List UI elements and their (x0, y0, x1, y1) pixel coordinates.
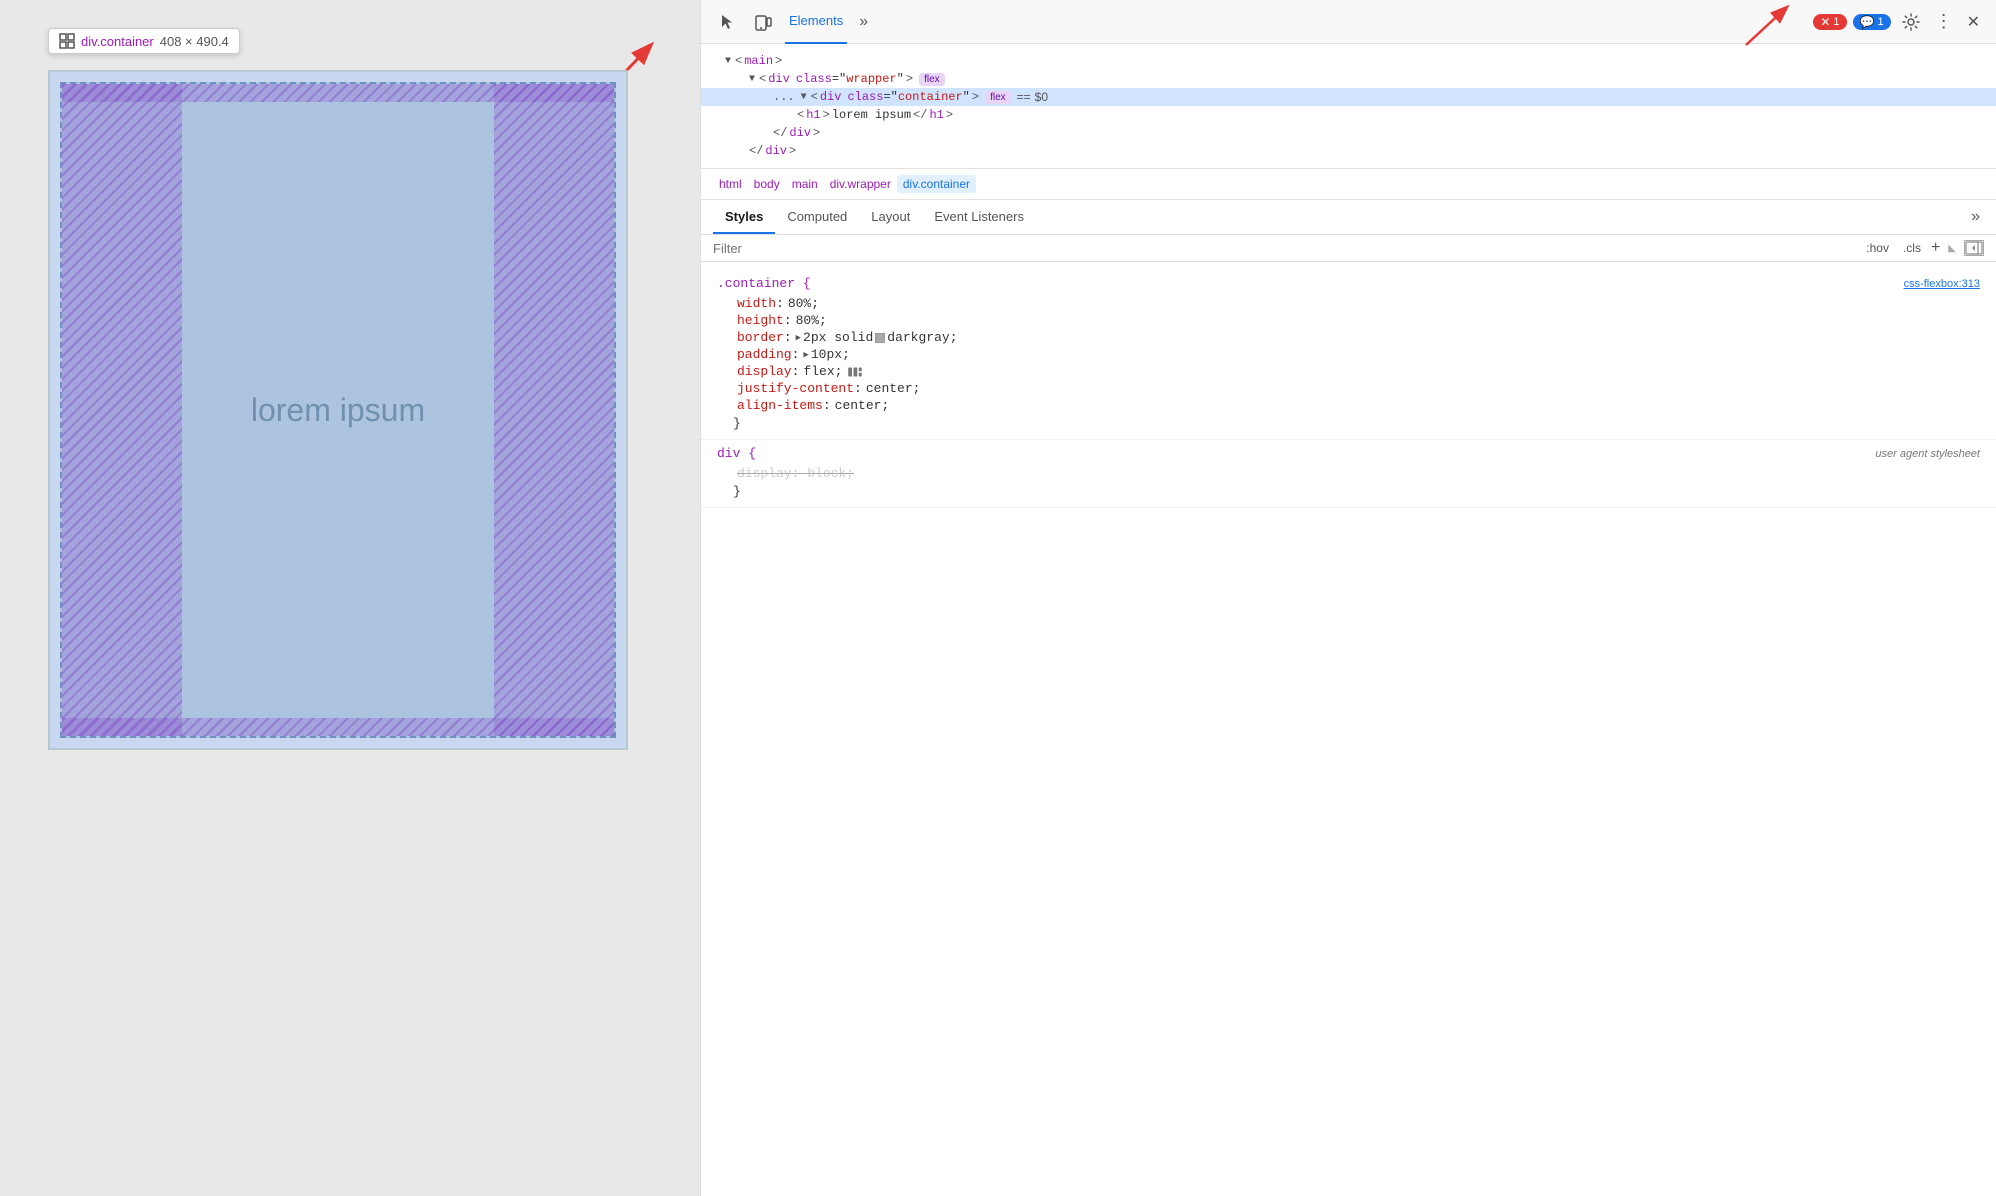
devtools-header-right: ✕ 1 💬 1 ⋮ ✕ (1813, 8, 1984, 36)
css-panel: .container { css-flexbox:313 width : 80%… (701, 262, 1996, 1196)
css-prop-width: width : 80% ; (717, 295, 1980, 312)
hatch-bottom (62, 718, 614, 736)
viewport-panel: div.container 408 × 490.4 lorem ipsum (0, 0, 700, 1196)
div-selector-line: div { user agent stylesheet (717, 446, 1980, 461)
flex-badge-container: flex (985, 91, 1011, 104)
container-wrapper: lorem ipsum (48, 70, 628, 750)
tooltip-class-name: div.container (81, 34, 154, 49)
grid-icon (59, 33, 75, 49)
padding-expand-icon[interactable]: ▶ (803, 350, 808, 360)
devtools-panel: Elements » ✕ 1 💬 1 ⋮ ✕ ▼ < (700, 0, 1996, 1196)
css-prop-padding: padding : ▶ 10px ; (717, 346, 1980, 363)
container-closing-brace: } (717, 414, 1980, 433)
breadcrumb-html[interactable]: html (713, 175, 748, 193)
dom-dots: ... (773, 90, 795, 104)
tab-event-listeners[interactable]: Event Listeners (922, 201, 1036, 234)
filter-bar: :hov .cls + ◣ (701, 235, 1996, 262)
hatch-top (62, 84, 614, 102)
info-icon: 💬 (1860, 15, 1875, 29)
flex-badge-wrapper: flex (919, 73, 945, 86)
container-selector-line: .container { css-flexbox:313 (717, 276, 1980, 291)
tab-elements[interactable]: Elements (785, 0, 847, 44)
info-badge[interactable]: 💬 1 (1853, 14, 1891, 30)
info-count: 1 (1877, 16, 1883, 28)
settings-icon[interactable] (1897, 8, 1925, 36)
breadcrumb-bar: html body main div.wrapper div.container (701, 169, 1996, 200)
subtabs-more-icon[interactable]: » (1967, 200, 1984, 234)
equals-badge: == (1017, 90, 1031, 104)
hatch-right (494, 84, 614, 736)
dom-tree: ▼ <main> ▼ <div class="wrapper" > flex .… (701, 44, 1996, 169)
div-selector: div { (717, 446, 756, 461)
css-prop-justify-content: justify-content : center ; (717, 380, 1980, 397)
div-source: user agent stylesheet (1875, 448, 1980, 460)
flex-layout-icon[interactable] (846, 365, 864, 379)
more-tabs-btn[interactable]: » (855, 13, 872, 31)
breadcrumb-main[interactable]: main (786, 175, 824, 193)
dollar-zero: $0 (1035, 90, 1048, 104)
css-prop-display: display : flex ; (717, 363, 1980, 380)
dom-line-wrapper[interactable]: ▼ <div class="wrapper" > flex (701, 70, 1996, 88)
separator: ◣ (1948, 243, 1956, 254)
hov-button[interactable]: :hov (1862, 239, 1893, 257)
css-prop-border: border : ▶ 2px solid darkgray ; (717, 329, 1980, 346)
darkgray-swatch[interactable] (875, 333, 885, 343)
container-css-rule: .container { css-flexbox:313 width : 80%… (701, 270, 1996, 440)
add-rule-button[interactable]: + (1931, 239, 1940, 257)
dom-line-h1[interactable]: <h1>lorem ipsum</h1> (701, 106, 1996, 124)
dom-line-container[interactable]: ... ▼ <div class="container" > flex == $… (701, 88, 1996, 106)
dom-line-close-container[interactable]: </div> (701, 124, 1996, 142)
div-closing-brace: } (717, 482, 1980, 501)
css-prop-display-block: display: block; (717, 465, 1980, 482)
tab-styles[interactable]: Styles (713, 201, 775, 234)
div-css-rule: div { user agent stylesheet display: blo… (701, 440, 1996, 508)
cls-button[interactable]: .cls (1899, 239, 1925, 257)
tab-layout[interactable]: Layout (859, 201, 922, 234)
container-selector: .container { (717, 276, 811, 291)
breadcrumb-body[interactable]: body (748, 175, 786, 193)
breadcrumb-divwrapper[interactable]: div.wrapper (824, 175, 897, 193)
toggle-sidebar-button[interactable] (1964, 240, 1984, 256)
border-expand-icon[interactable]: ▶ (796, 333, 801, 343)
tab-computed[interactable]: Computed (775, 201, 859, 234)
css-prop-height: height : 80% ; (717, 312, 1980, 329)
container-source[interactable]: css-flexbox:313 (1904, 278, 1980, 290)
dom-line-main[interactable]: ▼ <main> (701, 52, 1996, 70)
device-icon[interactable] (749, 8, 777, 36)
dom-line-close-wrapper[interactable]: </div> (701, 142, 1996, 160)
subtabs-bar: Styles Computed Layout Event Listeners » (701, 200, 1996, 235)
devtools-header: Elements » ✕ 1 💬 1 ⋮ ✕ (701, 0, 1996, 44)
cursor-icon[interactable] (713, 8, 741, 36)
triangle-main: ▼ (725, 56, 731, 67)
filter-actions: :hov .cls + ◣ (1862, 239, 1984, 257)
container-inner: lorem ipsum (60, 82, 616, 738)
breadcrumb-divcontainer[interactable]: div.container (897, 175, 976, 193)
error-icon: ✕ (1820, 15, 1830, 29)
hatch-left (62, 84, 182, 736)
error-badge[interactable]: ✕ 1 (1813, 14, 1846, 30)
error-count: 1 (1833, 16, 1839, 28)
element-tooltip: div.container 408 × 490.4 (48, 28, 240, 54)
lorem-ipsum-text: lorem ipsum (251, 392, 425, 429)
more-options-icon[interactable]: ⋮ (1931, 11, 1957, 32)
filter-input[interactable] (713, 241, 1858, 256)
tooltip-size: 408 × 490.4 (160, 34, 229, 49)
triangle-container: ▼ (801, 92, 807, 103)
triangle-wrapper: ▼ (749, 74, 755, 85)
css-prop-align-items: align-items : center ; (717, 397, 1980, 414)
close-icon[interactable]: ✕ (1963, 12, 1984, 32)
